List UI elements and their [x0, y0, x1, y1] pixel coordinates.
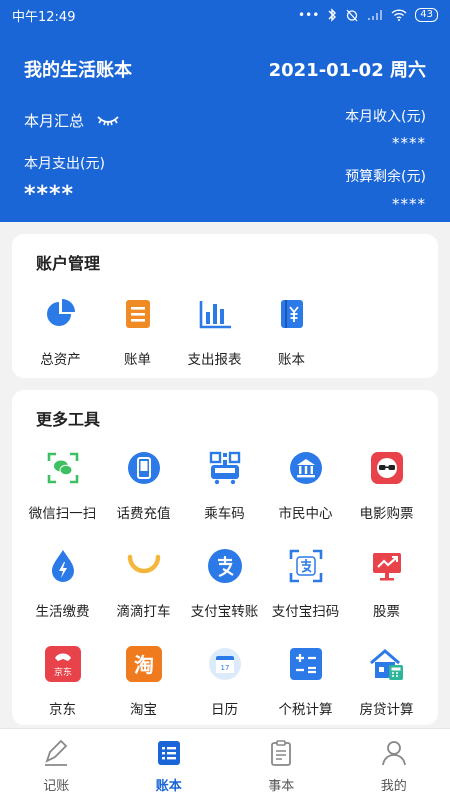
- tool-phone-recharge[interactable]: 话费充值: [103, 450, 184, 548]
- tab-label: 事本: [268, 779, 295, 794]
- tool-label: 京东: [49, 702, 76, 718]
- monthly-summary: 本月汇总: [24, 110, 120, 131]
- status-time: 中午12:49: [12, 9, 76, 25]
- tool-label: 话费充值: [116, 506, 171, 522]
- more-tools-card: 更多工具 微信扫一扫 话费充值 乘车码 市民中心 电影购票 生活缴费 滴滴打车 …: [12, 390, 438, 725]
- tab-mine[interactable]: 我的: [338, 729, 450, 800]
- income-label: 本月收入(元): [345, 109, 426, 125]
- tab-label: 我的: [380, 779, 407, 794]
- account-item-expense-report[interactable]: 支出报表: [176, 294, 253, 390]
- summary-label: 本月汇总: [24, 112, 85, 130]
- alipay-transfer-icon: [207, 548, 243, 584]
- utility-payment-icon: [45, 548, 81, 584]
- stock-icon: [369, 548, 405, 584]
- alipay-scan-icon: [288, 548, 324, 584]
- income-value: ****: [392, 134, 426, 152]
- account-item-total-assets[interactable]: 总资产: [22, 294, 99, 390]
- bar-chart-icon: [195, 294, 235, 334]
- tax-calculator-icon: [288, 646, 324, 682]
- more-dots-icon: •••: [298, 8, 320, 22]
- phone-recharge-icon: [126, 450, 162, 486]
- account-item-label: 账本: [278, 352, 305, 368]
- ledger-book-icon: [272, 294, 312, 334]
- account-item-bill[interactable]: 账单: [99, 294, 176, 390]
- tool-label: 日历: [211, 702, 238, 718]
- bottom-tab-bar: 记账 账本 事本 我的: [0, 728, 450, 800]
- spend-value: ****: [24, 182, 75, 207]
- tool-bus-code[interactable]: 乘车码: [184, 450, 265, 548]
- status-icons: ••• 43: [298, 8, 438, 22]
- wifi-icon: [391, 9, 407, 21]
- tool-label: 房贷计算: [359, 702, 414, 718]
- taobao-icon: 淘: [125, 646, 162, 682]
- tool-stock[interactable]: 股票: [346, 548, 427, 646]
- account-management-title: 账户管理: [36, 254, 101, 273]
- bluetooth-icon: [328, 8, 337, 22]
- account-item-ledger[interactable]: 账本: [253, 294, 330, 390]
- pen-icon: [45, 739, 68, 766]
- tool-label: 市民中心: [278, 506, 333, 522]
- account-management-card: 账户管理 总资产 账单 支出报表 账本: [12, 234, 438, 378]
- tab-record[interactable]: 记账: [0, 729, 113, 800]
- tool-label: 滴滴打车: [116, 604, 171, 620]
- tool-label: 乘车码: [204, 506, 245, 522]
- account-item-label: 总资产: [40, 352, 81, 368]
- tool-didi[interactable]: 滴滴打车: [103, 548, 184, 646]
- tab-notes[interactable]: 事本: [225, 729, 338, 800]
- tool-wechat-scan[interactable]: 微信扫一扫: [22, 450, 103, 548]
- tool-label: 支付宝转账: [190, 604, 259, 620]
- more-tools-title: 更多工具: [36, 410, 101, 429]
- battery-icon: 43: [415, 8, 438, 22]
- account-item-label: 支出报表: [187, 352, 242, 368]
- clipboard-icon: [271, 740, 292, 766]
- tool-label: 电影购票: [359, 506, 414, 522]
- signal-icon: [368, 10, 383, 20]
- page-title: 我的生活账本: [24, 60, 132, 81]
- taobao-badge-text: 淘: [134, 653, 154, 677]
- tool-label: 股票: [373, 604, 400, 620]
- tab-label: 记账: [43, 779, 70, 794]
- tool-label: 淘宝: [130, 702, 157, 718]
- tool-label: 支付宝扫码: [271, 604, 340, 620]
- eye-closed-icon[interactable]: [96, 114, 120, 128]
- tool-label: 个税计算: [278, 702, 333, 718]
- bus-code-icon: [207, 450, 243, 486]
- mortgage-calculator-icon: [369, 646, 405, 682]
- calendar-badge-text: 17: [220, 664, 229, 672]
- tool-utility-payment[interactable]: 生活缴费: [22, 548, 103, 646]
- tool-civic-center[interactable]: 市民中心: [265, 450, 346, 548]
- status-bar: 中午12:49 ••• 43: [0, 0, 450, 30]
- alarm-off-icon: [346, 9, 358, 22]
- current-date: 2021-01-02 周六: [268, 60, 426, 81]
- movie-ticket-icon: [369, 450, 405, 486]
- didi-icon: [126, 548, 162, 584]
- summary-header: 我的生活账本 2021-01-02 周六 本月汇总 本月支出(元) **** 本…: [0, 30, 450, 222]
- tool-label: 生活缴费: [35, 604, 90, 620]
- tab-label: 账本: [155, 779, 182, 794]
- jd-icon: 京东: [44, 646, 81, 682]
- tool-label: 微信扫一扫: [28, 506, 97, 522]
- tool-alipay-scan[interactable]: 支付宝扫码: [265, 548, 346, 646]
- bill-list-icon: [118, 294, 158, 334]
- budget-label: 预算剩余(元): [345, 169, 426, 185]
- tool-movie-ticket[interactable]: 电影购票: [346, 450, 427, 548]
- tab-ledger[interactable]: 账本: [113, 729, 226, 800]
- account-item-label: 账单: [124, 352, 151, 368]
- tool-alipay-transfer[interactable]: 支付宝转账: [184, 548, 265, 646]
- spend-label: 本月支出(元): [24, 156, 105, 172]
- pie-chart-icon: [41, 294, 81, 334]
- jd-badge-text: 京东: [53, 666, 71, 678]
- wechat-scan-icon: [45, 450, 81, 486]
- calendar-icon: 17: [207, 646, 243, 682]
- user-icon: [381, 741, 406, 766]
- civic-center-icon: [288, 450, 324, 486]
- budget-value: ****: [392, 195, 426, 213]
- list-icon: [157, 741, 180, 765]
